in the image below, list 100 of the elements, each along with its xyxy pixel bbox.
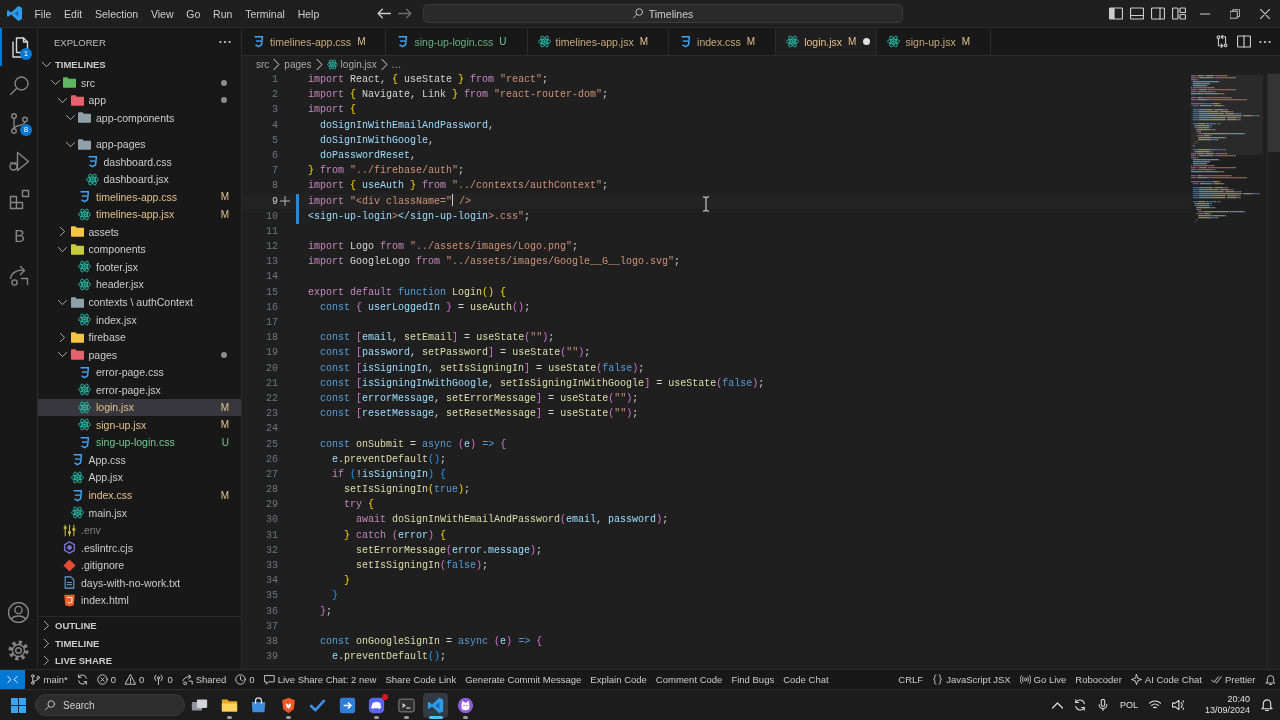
start-icon[interactable] xyxy=(11,697,26,713)
breadcrumb-item[interactable]: login.jsx xyxy=(326,58,377,70)
section-header[interactable]: TIMELINES xyxy=(38,56,241,73)
menu-item[interactable]: File xyxy=(28,5,58,22)
layout-grid-icon[interactable] xyxy=(1172,7,1186,20)
tree-item[interactable]: index.jsx xyxy=(38,310,241,329)
status-item[interactable]: Robocoder xyxy=(1070,670,1127,689)
speaker-icon[interactable] xyxy=(1171,699,1184,711)
status-item[interactable]: Prettier xyxy=(1206,670,1260,689)
status-item[interactable]: 0 xyxy=(92,670,121,689)
plus-icon[interactable] xyxy=(280,196,290,207)
tree-item[interactable]: contexts \ authContext xyxy=(38,293,241,311)
game-controller-icon[interactable] xyxy=(368,696,386,714)
tree-item[interactable]: dashboard.jsx xyxy=(38,170,241,188)
tree-item[interactable]: error-page.css xyxy=(38,363,241,381)
status-item[interactable]: CRLF xyxy=(893,670,928,689)
tree-item[interactable]: index.html xyxy=(38,591,241,610)
terminal-icon[interactable] xyxy=(397,696,415,714)
status-item[interactable]: 0 xyxy=(148,670,178,689)
tree-item[interactable]: app-pages xyxy=(38,135,241,153)
tree-item[interactable]: error-page.jsx xyxy=(38,381,241,399)
tree-item[interactable]: days-with-no-work.txt xyxy=(38,574,241,592)
arrow-box-icon[interactable] xyxy=(338,696,356,714)
menu-item[interactable]: Terminal xyxy=(238,5,292,22)
panel-bottom-icon[interactable] xyxy=(1130,7,1144,20)
restore-icon[interactable] xyxy=(1230,8,1240,19)
menu-item[interactable]: Edit xyxy=(57,5,89,22)
breadcrumb-item[interactable]: pages xyxy=(284,58,312,70)
status-item[interactable]: Code Chat xyxy=(778,670,834,689)
tree-item[interactable]: .gitignore xyxy=(38,556,241,574)
wifi-icon[interactable] xyxy=(1148,699,1161,711)
editor-tab[interactable]: login.jsx M xyxy=(776,28,878,55)
back-arrow-icon[interactable] xyxy=(377,7,391,20)
section-header[interactable]: TIMELINE xyxy=(38,634,241,652)
status-item[interactable]: Share Code Link xyxy=(380,670,461,689)
tree-item[interactable]: main.jsx xyxy=(38,503,241,522)
tree-item[interactable]: timelines-app.jsx M xyxy=(38,205,241,224)
microphone-icon[interactable] xyxy=(1096,699,1109,711)
forward-arrow-icon[interactable] xyxy=(398,7,412,20)
split-editor-icon[interactable] xyxy=(1237,35,1251,48)
tree-item[interactable]: index.css M xyxy=(38,486,241,504)
tree-item[interactable]: assets xyxy=(38,223,241,241)
status-item[interactable]: Comment Code xyxy=(651,670,727,689)
status-item[interactable]: Find Bugs xyxy=(726,670,779,689)
sync-icon[interactable] xyxy=(1073,699,1086,711)
cat-icon[interactable] xyxy=(456,696,474,714)
breadcrumb-item[interactable]: ... xyxy=(391,58,402,70)
tree-item[interactable]: .env xyxy=(38,521,241,539)
ribbon-icon[interactable] xyxy=(423,692,449,718)
input-language[interactable]: POL xyxy=(1119,700,1138,710)
tree-item[interactable]: sing-up-login.css U xyxy=(38,433,241,452)
close-icon[interactable] xyxy=(1260,8,1270,19)
menu-item[interactable]: Selection xyxy=(88,5,145,22)
status-item[interactable]: JavaScript JSX xyxy=(927,670,1016,689)
account-icon[interactable] xyxy=(8,601,29,623)
status-item[interactable]: Live Share Chat: 2 new xyxy=(259,670,381,689)
tree-item[interactable]: footer.jsx xyxy=(38,258,241,276)
menu-item[interactable]: View xyxy=(144,5,180,22)
sidebar-left-icon[interactable] xyxy=(1109,7,1123,20)
status-item[interactable]: Generate Commit Message xyxy=(460,670,586,689)
command-center-field[interactable]: Timelines xyxy=(423,4,903,23)
status-item[interactable]: Shared xyxy=(177,670,231,689)
sidebar-right-icon[interactable] xyxy=(1151,7,1165,20)
checkmark-icon[interactable] xyxy=(309,696,327,714)
status-item[interactable]: Go Live xyxy=(1015,670,1071,689)
tree-item[interactable]: header.jsx xyxy=(38,275,241,294)
tree-item[interactable]: sign-up.jsx M xyxy=(38,416,241,434)
compare-icon[interactable] xyxy=(1215,35,1229,48)
status-item[interactable]: 0 xyxy=(230,670,260,689)
tree-item[interactable]: components xyxy=(38,240,241,259)
tree-item[interactable]: dashboard.css xyxy=(38,152,241,171)
activity-tab[interactable]: B xyxy=(0,218,37,256)
tree-item[interactable]: timelines-app.css M xyxy=(38,187,241,206)
tree-item[interactable]: pages xyxy=(38,345,241,364)
status-item[interactable]: AI Code Chat xyxy=(1126,670,1207,689)
chevron-up-icon[interactable] xyxy=(1051,699,1063,711)
status-item[interactable]: 0 xyxy=(120,670,149,689)
tree-item[interactable]: app-components xyxy=(38,109,241,127)
taskbar-search-field[interactable]: Search xyxy=(35,694,185,716)
tree-item[interactable]: App.css xyxy=(38,451,241,469)
menu-item[interactable]: Help xyxy=(291,5,326,22)
bell-icon[interactable] xyxy=(1261,699,1273,711)
breadcrumb-item[interactable]: src xyxy=(256,58,270,70)
menu-item[interactable]: Run xyxy=(206,5,239,22)
tree-item[interactable]: app xyxy=(38,91,241,110)
shield-icon[interactable] xyxy=(279,696,297,714)
section-header[interactable]: OUTLINE xyxy=(38,617,241,635)
tree-item[interactable]: .eslintrc.cjs xyxy=(38,538,241,557)
shopping-bag-icon[interactable] xyxy=(250,696,268,714)
section-header[interactable]: LIVE SHARE xyxy=(38,651,241,669)
tree-item[interactable]: firebase xyxy=(38,328,241,346)
activity-tab[interactable]: 8 xyxy=(0,104,37,142)
tree-item[interactable]: login.jsx M xyxy=(38,398,241,417)
status-item[interactable]: main* xyxy=(25,670,73,689)
menu-item[interactable]: Go xyxy=(179,5,207,22)
tree-item[interactable]: src xyxy=(38,74,241,92)
code-minimap[interactable] xyxy=(1191,75,1263,223)
settings-icon[interactable] xyxy=(8,639,29,661)
status-item[interactable]: Explain Code xyxy=(585,670,652,689)
tree-item[interactable]: App.jsx xyxy=(38,468,241,487)
